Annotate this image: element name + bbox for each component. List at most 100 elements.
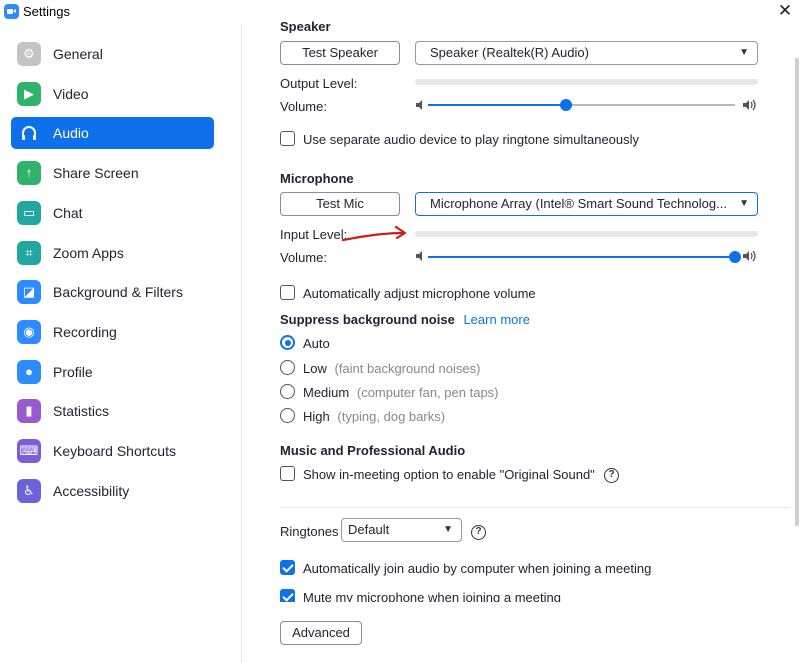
help-icon[interactable]: ? <box>604 468 619 483</box>
suppress-auto-label: Auto <box>303 336 330 351</box>
input-level-meter <box>415 231 758 237</box>
section-divider <box>280 507 790 508</box>
suppress-medium-label: Medium <box>303 385 350 400</box>
chevron-down-icon: ▼ <box>739 47 749 58</box>
microphone-device-select[interactable]: Microphone Array (Intel® Smart Sound Tec… <box>415 192 758 216</box>
volume-low-icon <box>416 251 422 261</box>
window-title: Settings <box>23 4 70 19</box>
chat-icon: ▭ <box>17 201 41 225</box>
sidebar-item-keyboard-shortcuts[interactable]: ⌨ Keyboard Shortcuts <box>11 435 214 467</box>
ringtones-select[interactable]: Default ▼ <box>341 518 462 542</box>
settings-sidebar: ⚙ General ▶ Video Audio ↑ Share Screen ▭… <box>0 24 242 663</box>
sidebar-item-label: Chat <box>53 205 83 221</box>
zoom-apps-icon: ⌗ <box>17 241 41 265</box>
sidebar-item-video[interactable]: ▶ Video <box>11 78 214 110</box>
sidebar-item-chat[interactable]: ▭ Chat <box>11 197 214 229</box>
suppress-low-radio[interactable] <box>280 360 295 375</box>
sidebar-item-label: Statistics <box>53 403 110 419</box>
suppress-high-label: High <box>303 409 330 424</box>
separate-ringtone-device-label: Use separate audio device to play ringto… <box>303 132 640 147</box>
sidebar-item-recording[interactable]: ◉ Recording <box>11 316 214 348</box>
music-audio-heading: Music and Professional Audio <box>280 443 466 458</box>
original-sound-label: Show in-meeting option to enable "Origin… <box>303 467 595 482</box>
sidebar-item-label: Accessibility <box>53 483 130 499</box>
suppress-noise-heading: Suppress background noise Learn more <box>280 312 530 327</box>
join-audio-checkbox[interactable] <box>280 560 295 575</box>
sidebar-item-background-filters[interactable]: ◪ Background & Filters <box>11 276 214 308</box>
speaker-volume-label: Volume: <box>280 99 327 114</box>
suppress-medium-option: Medium (computer fan, pen taps) <box>303 385 499 400</box>
ringtones-value: Default <box>348 522 390 537</box>
speaker-volume-track <box>566 104 735 106</box>
speaker-volume-filled <box>428 104 566 106</box>
sidebar-item-share-screen[interactable]: ↑ Share Screen <box>11 157 214 189</box>
sidebar-item-label: Recording <box>53 324 117 340</box>
join-audio-label: Automatically join audio by computer whe… <box>303 561 652 576</box>
mute-mic-checkbox[interactable] <box>280 589 295 602</box>
separate-ringtone-device-checkbox[interactable] <box>280 131 295 146</box>
ringtones-label: Ringtones <box>280 524 339 539</box>
advanced-button[interactable]: Advanced <box>280 621 362 645</box>
mic-volume-label: Volume: <box>280 250 327 265</box>
volume-low-icon <box>416 100 422 110</box>
learn-more-link[interactable]: Learn more <box>463 312 529 327</box>
suppress-low-option: Low (faint background noises) <box>303 361 480 376</box>
video-icon: ▶ <box>17 82 41 106</box>
close-button[interactable]: ✕ <box>770 0 800 24</box>
zoom-app-icon <box>4 4 19 19</box>
profile-icon: ● <box>17 360 41 384</box>
gear-icon: ⚙ <box>17 42 41 66</box>
sidebar-item-label: Background & Filters <box>53 284 183 300</box>
suppress-medium-radio[interactable] <box>280 384 295 399</box>
mic-volume-slider[interactable] <box>729 251 741 263</box>
volume-high-icon <box>743 250 756 262</box>
original-sound-checkbox[interactable] <box>280 466 295 481</box>
annotation-arrow <box>341 225 407 242</box>
input-level-label: Input Level: <box>280 227 348 242</box>
sidebar-item-zoom-apps[interactable]: ⌗ Zoom Apps <box>11 237 214 269</box>
suppress-low-label: Low <box>303 361 327 376</box>
sidebar-item-general[interactable]: ⚙ General <box>11 38 214 70</box>
sidebar-item-label: Video <box>53 86 89 102</box>
help-icon[interactable]: ? <box>471 525 486 540</box>
speaker-device-select[interactable]: Speaker (Realtek(R) Audio) ▼ <box>415 41 758 65</box>
sidebar-item-label: Profile <box>53 364 93 380</box>
keyboard-icon: ⌨ <box>17 439 41 463</box>
volume-high-icon <box>743 99 756 111</box>
sidebar-item-label: Zoom Apps <box>53 245 124 261</box>
sidebar-item-accessibility[interactable]: ♿ Accessibility <box>11 475 214 507</box>
suppress-auto-radio[interactable] <box>280 335 295 350</box>
test-mic-button[interactable]: Test Mic <box>280 192 400 216</box>
clipped-scroll-region: Mute my microphone when joining a meetin… <box>270 588 790 602</box>
background-icon: ◪ <box>17 280 41 304</box>
chevron-down-icon: ▼ <box>443 524 453 535</box>
microphone-heading: Microphone <box>280 171 354 186</box>
speaker-heading: Speaker <box>280 19 331 33</box>
suppress-noise-title: Suppress background noise <box>280 312 455 327</box>
suppress-high-option: High (typing, dog barks) <box>303 409 445 424</box>
sidebar-item-label: Share Screen <box>53 165 139 181</box>
output-level-label: Output Level: <box>280 76 358 91</box>
suppress-low-hint: (faint background noises) <box>334 361 481 376</box>
sidebar-item-statistics[interactable]: ▮ Statistics <box>11 395 214 427</box>
statistics-icon: ▮ <box>17 399 41 423</box>
sidebar-item-label: General <box>53 46 103 62</box>
sidebar-item-label: Keyboard Shortcuts <box>53 443 176 459</box>
speaker-device-value: Speaker (Realtek(R) Audio) <box>430 45 589 60</box>
scrollbar-thumb[interactable] <box>795 58 799 526</box>
recording-icon: ◉ <box>17 320 41 344</box>
share-screen-icon: ↑ <box>17 161 41 185</box>
suppress-medium-hint: (computer fan, pen taps) <box>356 385 499 400</box>
sidebar-item-profile[interactable]: ● Profile <box>11 356 214 388</box>
sidebar-item-audio[interactable]: Audio <box>11 117 214 149</box>
auto-adjust-mic-checkbox[interactable] <box>280 285 295 300</box>
test-speaker-button[interactable]: Test Speaker <box>280 41 400 65</box>
suppress-high-hint: (typing, dog barks) <box>337 409 446 424</box>
sidebar-item-label: Audio <box>53 125 89 141</box>
suppress-high-radio[interactable] <box>280 408 295 423</box>
mic-volume-filled <box>428 256 735 258</box>
accessibility-icon: ♿ <box>17 479 41 503</box>
title-bar: Settings ✕ <box>0 0 800 24</box>
auto-adjust-mic-label: Automatically adjust microphone volume <box>303 286 536 301</box>
speaker-volume-slider[interactable] <box>560 99 572 111</box>
